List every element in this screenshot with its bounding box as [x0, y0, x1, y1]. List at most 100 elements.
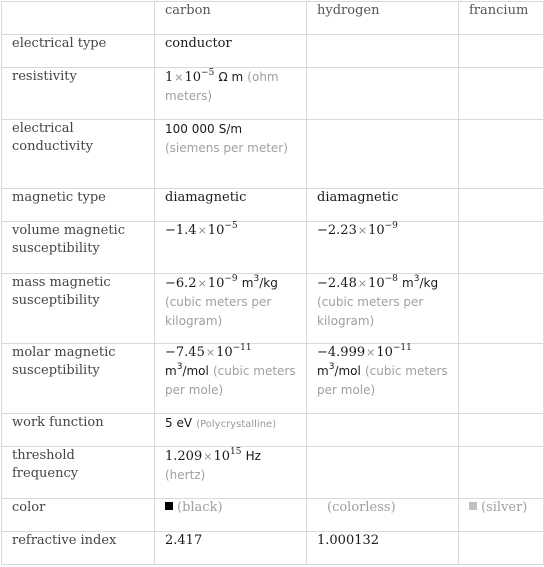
times-sign: ×	[197, 277, 207, 290]
cell-hydrogen	[306, 446, 459, 499]
mantissa: −2.23	[317, 223, 357, 238]
cell-francium	[458, 119, 544, 189]
cell-hydrogen	[306, 34, 459, 68]
exponent: 15	[229, 447, 242, 457]
mantissa: −6.2	[165, 276, 197, 291]
cell-carbon: diamagnetic	[154, 188, 307, 222]
unit-base: m	[165, 364, 177, 378]
cell-francium	[458, 343, 544, 414]
times-sign: ×	[203, 450, 213, 463]
unit-description: (siemens per meter)	[165, 141, 288, 155]
cell-hydrogen: −2.23×10−9	[306, 221, 459, 274]
times-sign: ×	[366, 346, 376, 359]
cell-francium	[458, 34, 544, 68]
times-sign: ×	[357, 277, 368, 290]
cell-francium	[458, 273, 544, 344]
base: 10	[213, 449, 230, 464]
unit: m3/kg	[242, 275, 278, 291]
row-label: resistivity	[1, 67, 155, 120]
unit: m3/mol	[317, 363, 361, 379]
cell-carbon: 2.417	[154, 531, 307, 565]
exponent: −11	[232, 343, 252, 353]
row-label: electrical type	[1, 34, 155, 68]
mantissa: 1.209	[165, 449, 203, 464]
unit-base: m	[402, 276, 414, 290]
row-label: color	[1, 498, 155, 532]
header-row: carbon hydrogen francium	[1, 1, 544, 35]
cell-francium	[458, 413, 544, 447]
unit-description: (cubic meters per kilogram)	[165, 295, 272, 328]
cell-carbon: −1.4×10−5	[154, 221, 307, 274]
row-volume-magnetic-susceptibility: volume magnetic susceptibility −1.4×10−5…	[1, 221, 544, 274]
row-mass-magnetic-susceptibility: mass magnetic susceptibility −6.2×10−9 m…	[1, 273, 544, 344]
times-sign: ×	[174, 71, 184, 84]
cell-carbon: (black)	[154, 498, 307, 532]
unit-description: (hertz)	[165, 468, 206, 482]
unit-tail: /mol	[182, 364, 209, 378]
unit-description: (cubic meters per kilogram)	[317, 295, 424, 328]
exponent: −5	[224, 221, 238, 231]
base: 10	[368, 276, 385, 291]
cell-hydrogen: 1.000132	[306, 531, 459, 565]
cell-carbon: −7.45×10−11 m3/mol (cubic meters per mol…	[154, 343, 307, 414]
times-sign: ×	[357, 224, 368, 237]
unit-tail: /kg	[419, 276, 439, 290]
color-name: (colorless)	[327, 500, 396, 515]
row-label: molar magnetic susceptibility	[1, 343, 155, 414]
row-label: mass magnetic susceptibility	[1, 273, 155, 344]
base: 10	[368, 223, 385, 238]
cell-carbon: 100 000 S/m (siemens per meter)	[154, 119, 307, 189]
cell-hydrogen: −4.999×10−11 m3/mol (cubic meters per mo…	[306, 343, 459, 414]
row-threshold-frequency: threshold frequency 1.209×1015 Hz (hertz…	[1, 446, 544, 499]
header-hydrogen: hydrogen	[306, 1, 459, 35]
mantissa: −7.45	[165, 345, 205, 360]
cell-francium: (silver)	[458, 498, 544, 532]
cell-francium	[458, 531, 544, 565]
color-swatch	[165, 502, 173, 510]
cell-hydrogen: −2.48×10−8 m3/kg (cubic meters per kilog…	[306, 273, 459, 344]
base: 10	[376, 345, 393, 360]
color-swatch	[469, 502, 477, 510]
row-label: volume magnetic susceptibility	[1, 221, 155, 274]
unit: m3/kg	[402, 275, 439, 291]
row-magnetic-type: magnetic type diamagnetic diamagnetic	[1, 188, 544, 222]
color-name: (silver)	[481, 500, 528, 515]
row-electrical-type: electrical type conductor	[1, 34, 544, 68]
times-sign: ×	[197, 224, 207, 237]
exponent: −11	[392, 343, 412, 353]
row-color: color (black) (colorless) (silver)	[1, 498, 544, 532]
unit: Ω m	[218, 70, 244, 84]
cell-hydrogen	[306, 413, 459, 447]
cell-francium	[458, 221, 544, 274]
header-blank	[1, 1, 155, 35]
cell-hydrogen	[306, 67, 459, 120]
header-carbon: carbon	[154, 1, 307, 35]
unit-tail: /kg	[259, 276, 278, 290]
unit: Hz	[245, 449, 261, 463]
row-molar-magnetic-susceptibility: molar magnetic susceptibility −7.45×10−1…	[1, 343, 544, 414]
unit: m3/mol	[165, 363, 209, 379]
base: 10	[216, 345, 233, 360]
properties-table: carbon hydrogen francium electrical type…	[1, 1, 544, 565]
exponent: −5	[201, 68, 215, 78]
cell-francium	[458, 67, 544, 120]
row-label: electrical conductivity	[1, 119, 155, 189]
row-refractive-index: refractive index 2.417 1.000132	[1, 531, 544, 565]
value: 5 eV	[165, 416, 193, 430]
color-name: (black)	[177, 500, 223, 515]
row-label: refractive index	[1, 531, 155, 565]
base: 10	[184, 70, 202, 85]
unit-tail: /mol	[334, 364, 361, 378]
header-francium: francium	[458, 1, 544, 35]
unit-base: m	[317, 364, 329, 378]
row-label: work function	[1, 413, 155, 447]
exponent: −9	[384, 221, 398, 231]
exponent: −9	[224, 274, 238, 284]
cell-hydrogen	[306, 119, 459, 189]
cell-hydrogen: diamagnetic	[306, 188, 459, 222]
unit: S/m	[218, 122, 243, 136]
cell-hydrogen: (colorless)	[306, 498, 459, 532]
mantissa: −1.4	[165, 223, 197, 238]
cell-francium	[458, 446, 544, 499]
value: 100 000	[165, 122, 215, 136]
